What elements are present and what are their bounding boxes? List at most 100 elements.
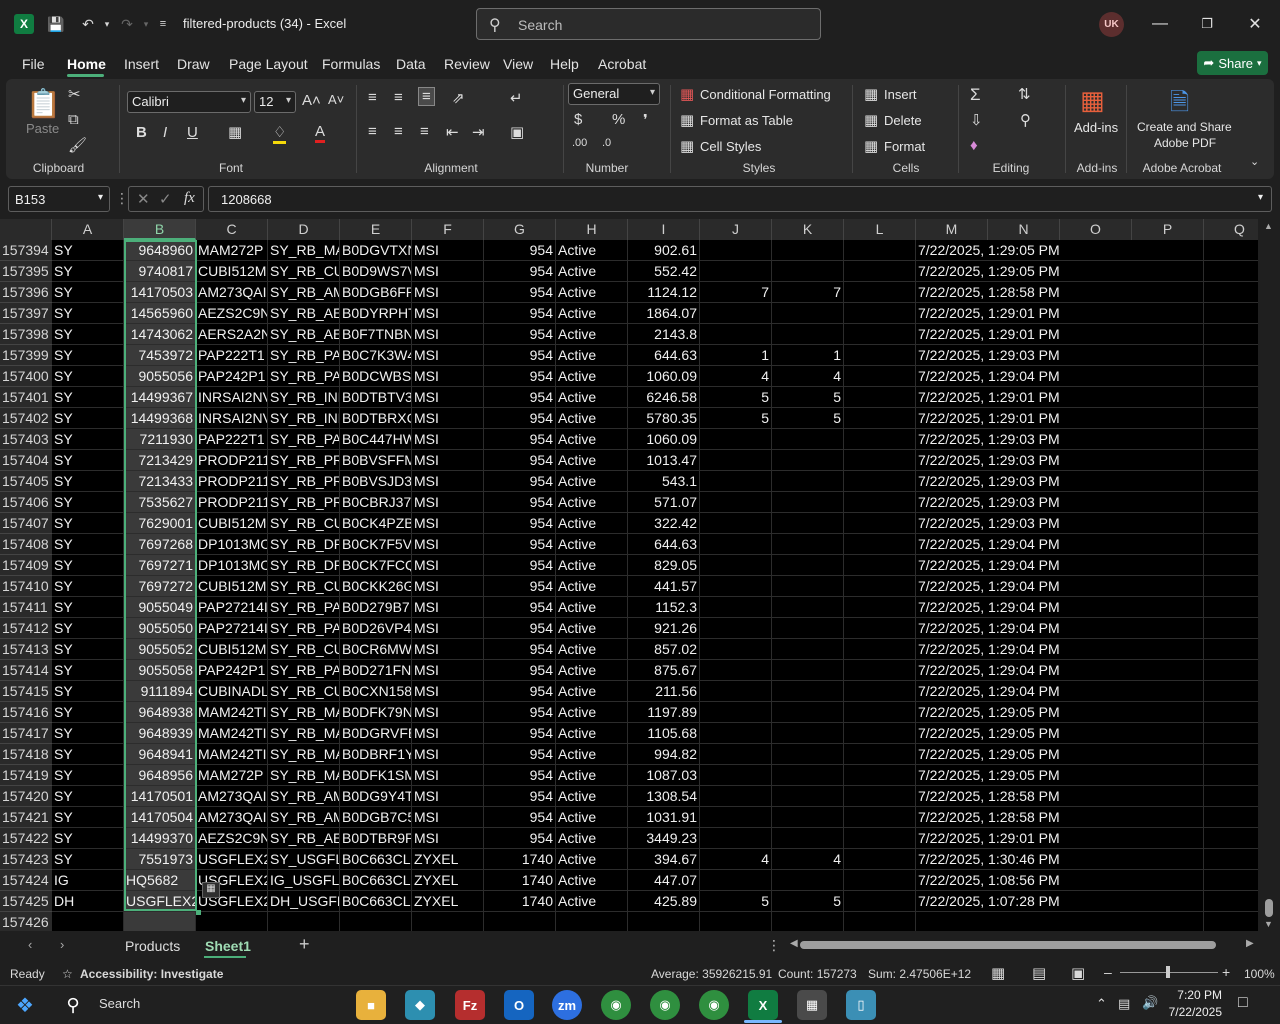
cell-m[interactable]: 7/22/2025, 1:29:04 PM (916, 618, 1132, 639)
cell-d[interactable]: SY_RB_PR (268, 492, 340, 513)
cell-m[interactable]: 7/22/2025, 1:28:58 PM (916, 786, 1132, 807)
column-header-h[interactable]: H (556, 219, 628, 240)
cell-a[interactable]: SY (52, 261, 124, 282)
cell-q[interactable] (1204, 765, 1258, 786)
cell-m[interactable]: 7/22/2025, 1:29:04 PM (916, 534, 1132, 555)
row-header[interactable]: 157401 (0, 387, 52, 408)
cell-styles-button[interactable]: Cell Styles (700, 139, 761, 154)
cell-i[interactable]: 425.89 (628, 891, 700, 912)
enter-icon[interactable]: ✓ (159, 190, 172, 208)
cell-k[interactable] (772, 786, 844, 807)
cell-i[interactable]: 994.82 (628, 744, 700, 765)
cell-b[interactable]: 7213433 (124, 471, 196, 492)
cell-q[interactable] (1204, 576, 1258, 597)
cut-icon[interactable]: ✂ (68, 85, 81, 103)
row-header[interactable]: 157397 (0, 303, 52, 324)
borders-icon[interactable]: ▦ (228, 123, 242, 141)
cell-g[interactable]: 954 (484, 639, 556, 660)
cell-h[interactable]: Active (556, 534, 628, 555)
cell-a[interactable]: IG (52, 870, 124, 891)
cell-h[interactable]: Active (556, 429, 628, 450)
cell-k[interactable] (772, 324, 844, 345)
cell-q[interactable] (1204, 870, 1258, 891)
row-header[interactable]: 157394 (0, 240, 52, 261)
cell-h[interactable]: Active (556, 240, 628, 261)
cell-m[interactable]: 7/22/2025, 1:29:01 PM (916, 303, 1132, 324)
column-header-p[interactable]: P (1132, 219, 1204, 240)
windows-start-icon[interactable]: ❖ (10, 990, 40, 1020)
cell-d[interactable]: SY_RB_PAI (268, 597, 340, 618)
row-header[interactable]: 157414 (0, 660, 52, 681)
cell-q[interactable] (1204, 555, 1258, 576)
cell-b[interactable]: 9055052 (124, 639, 196, 660)
cell-g[interactable]: 1740 (484, 870, 556, 891)
row-header[interactable]: 157426 (0, 912, 52, 931)
cell-styles-icon[interactable]: ▦ (680, 137, 694, 155)
cell-k[interactable] (772, 912, 844, 931)
quick-analysis-icon[interactable]: ▦ (202, 882, 220, 898)
cell-e[interactable]: B0DTBTV3 (340, 387, 412, 408)
cell-j[interactable]: 4 (700, 366, 772, 387)
cell-f[interactable]: MSI (412, 618, 484, 639)
vertical-scrollbar[interactable]: ▲ ▼ (1258, 219, 1280, 931)
scroll-right-icon[interactable]: ▶ (1246, 938, 1254, 949)
cell-i[interactable]: 1087.03 (628, 765, 700, 786)
column-header-k[interactable]: K (772, 219, 844, 240)
cell-f[interactable]: MSI (412, 261, 484, 282)
cell-j[interactable] (700, 828, 772, 849)
cell-q[interactable] (1204, 471, 1258, 492)
cell-a[interactable]: SY (52, 807, 124, 828)
cell-p[interactable] (1132, 660, 1204, 681)
cell-f[interactable]: MSI (412, 408, 484, 429)
fill-color-icon[interactable]: ♢ (273, 123, 287, 144)
cell-q[interactable] (1204, 681, 1258, 702)
row-header[interactable]: 157423 (0, 849, 52, 870)
cell-c[interactable]: CUBI512M (196, 513, 268, 534)
cell-i[interactable]: 1308.54 (628, 786, 700, 807)
cell-j[interactable] (700, 702, 772, 723)
undo-icon[interactable]: ↶ (78, 14, 98, 34)
cell-q[interactable] (1204, 597, 1258, 618)
cell-m[interactable]: 7/22/2025, 1:29:05 PM (916, 744, 1132, 765)
cell-h[interactable]: Active (556, 660, 628, 681)
cell-e[interactable]: B0DFK1SM (340, 765, 412, 786)
cell-f[interactable]: MSI (412, 786, 484, 807)
increase-decimal-icon[interactable]: .00 (572, 137, 587, 149)
cell-i[interactable]: 571.07 (628, 492, 700, 513)
cell-m[interactable]: 7/22/2025, 1:29:04 PM (916, 555, 1132, 576)
cell-p[interactable] (1132, 702, 1204, 723)
cell-p[interactable] (1132, 303, 1204, 324)
cell-d[interactable]: SY_RB_AM (268, 807, 340, 828)
cell-l[interactable] (844, 366, 916, 387)
underline-icon[interactable]: U (187, 124, 198, 141)
font-size-select[interactable]: 12 ▾ (254, 91, 296, 113)
cell-l[interactable] (844, 282, 916, 303)
fill-icon[interactable]: ⇩ (970, 111, 983, 129)
cell-q[interactable] (1204, 261, 1258, 282)
fill-handle[interactable] (196, 910, 201, 915)
cell-h[interactable]: Active (556, 324, 628, 345)
tray-chevron-icon[interactable]: ⌃ (1096, 996, 1107, 1012)
cell-l[interactable] (844, 891, 916, 912)
excel-taskbar-icon[interactable]: X (748, 990, 778, 1020)
cell-j[interactable]: 7 (700, 282, 772, 303)
cell-i[interactable]: 857.02 (628, 639, 700, 660)
column-header-b[interactable]: B (124, 219, 196, 240)
cell-k[interactable]: 5 (772, 408, 844, 429)
row-header[interactable]: 157402 (0, 408, 52, 429)
cell-q[interactable] (1204, 492, 1258, 513)
page-break-view-icon[interactable]: ▣ (1071, 964, 1085, 982)
comma-icon[interactable]: ❜ (643, 111, 648, 129)
tab-data[interactable]: Data (396, 56, 426, 72)
cell-d[interactable]: SY_RB_MA (268, 744, 340, 765)
cell-a[interactable]: SY (52, 576, 124, 597)
cell-f[interactable]: MSI (412, 492, 484, 513)
cell-i[interactable]: 875.67 (628, 660, 700, 681)
sheet-tab-sheet1[interactable]: Sheet1 (205, 938, 251, 954)
network-icon[interactable]: ▤ (1118, 996, 1130, 1012)
cell-d[interactable]: DH_USGFLE (268, 891, 340, 912)
cell-e[interactable]: B0CK7FCQ (340, 555, 412, 576)
cell-k[interactable] (772, 261, 844, 282)
cell-q[interactable] (1204, 387, 1258, 408)
cell-h[interactable]: Active (556, 366, 628, 387)
